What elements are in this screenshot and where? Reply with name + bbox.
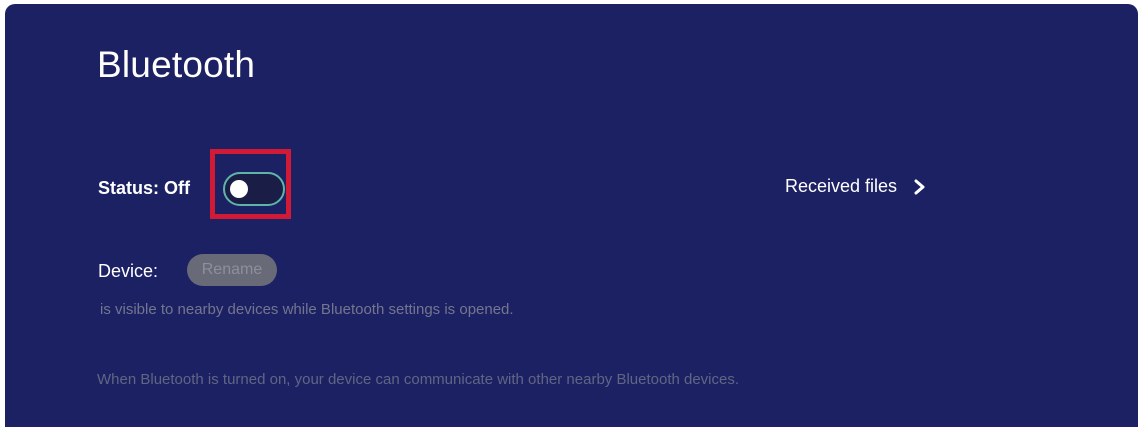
device-visibility-note: is visible to nearby devices while Bluet… <box>100 301 514 318</box>
page-title: Bluetooth <box>97 44 256 85</box>
received-files-label: Received files <box>785 176 898 196</box>
bluetooth-toggle[interactable] <box>223 172 285 206</box>
bluetooth-info-text: When Bluetooth is turned on, your device… <box>97 371 740 388</box>
chevron-right-icon <box>914 179 925 194</box>
rename-button[interactable]: Rename <box>187 254 277 286</box>
toggle-knob <box>230 180 248 198</box>
device-label: Device: <box>98 261 159 281</box>
received-files-link[interactable]: Received files <box>785 176 927 197</box>
bluetooth-settings-panel: Bluetooth Status: Off Received files Dev… <box>5 4 1138 427</box>
status-label: Status: Off <box>98 178 190 198</box>
